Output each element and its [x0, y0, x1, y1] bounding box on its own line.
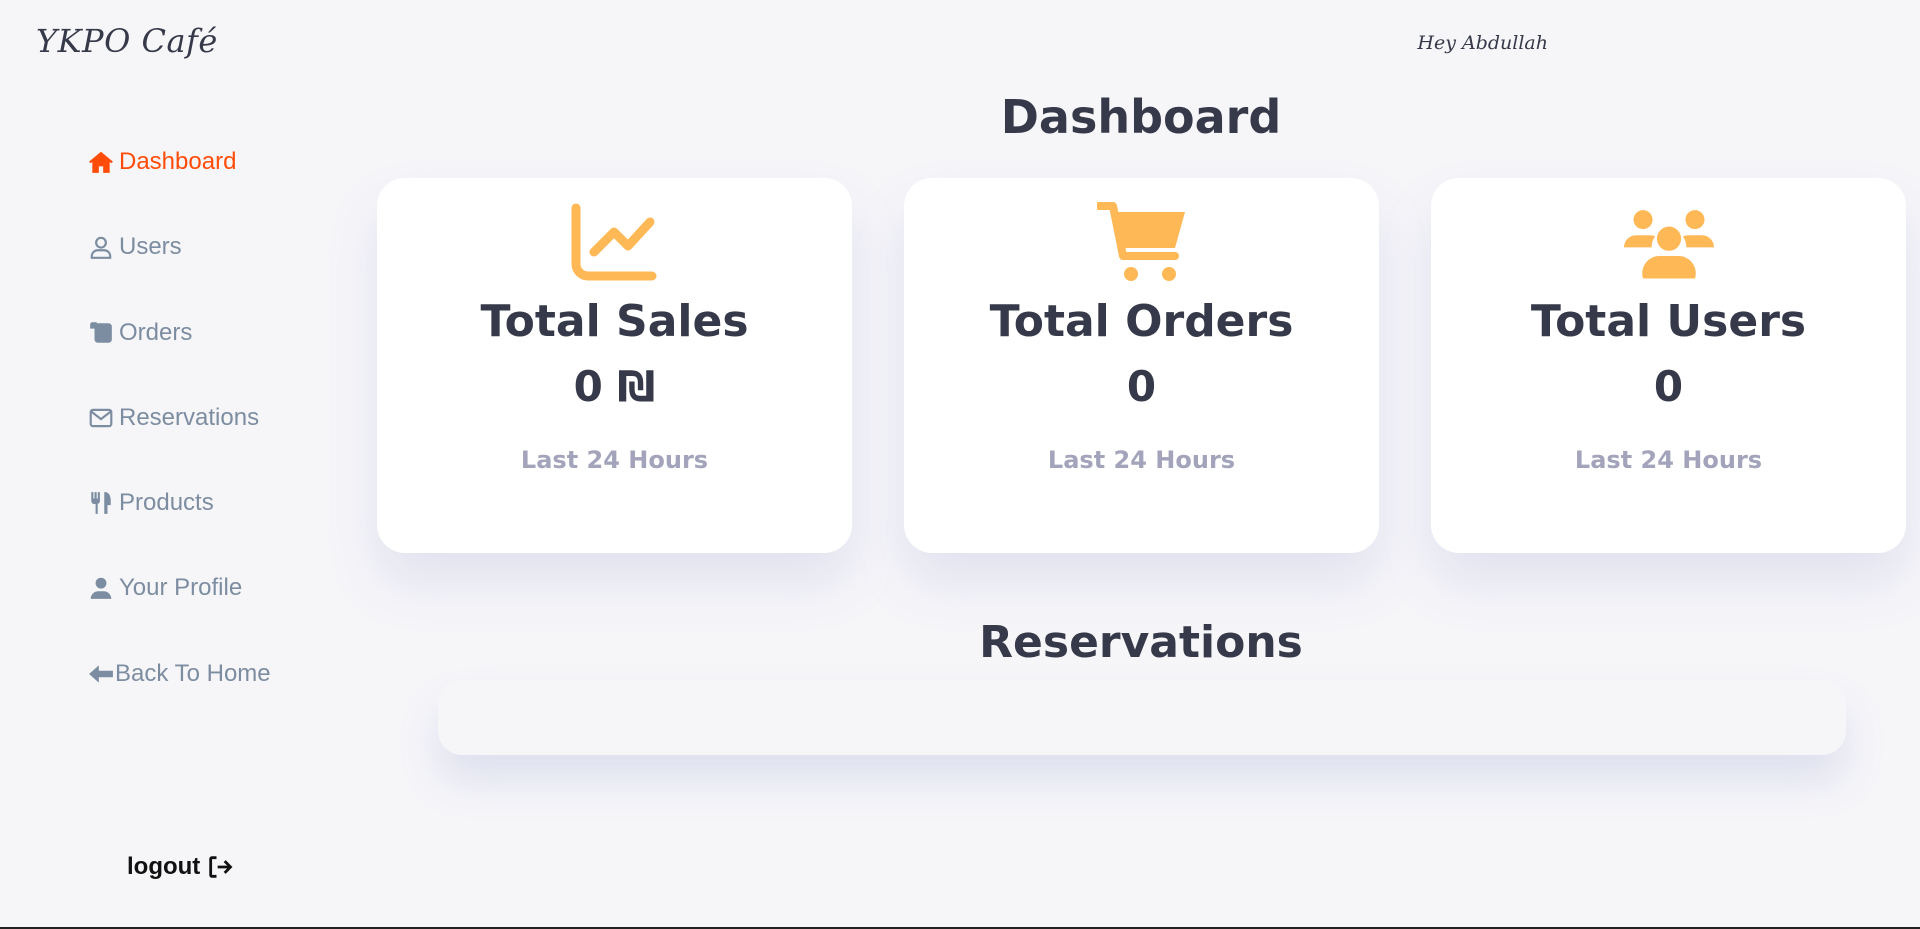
reservations-table: [438, 680, 1846, 755]
sidebar-item-products[interactable]: Products: [87, 489, 214, 517]
user-solid-icon: [87, 574, 115, 602]
sidebar-item-label: Dashboard: [119, 148, 237, 175]
card-subtitle: Last 24 Hours: [1574, 446, 1763, 474]
users-icon: [1431, 202, 1906, 284]
card-subtitle: Last 24 Hours: [1047, 446, 1236, 474]
sign-out-icon: [206, 853, 234, 881]
envelope-icon: [87, 404, 115, 432]
sidebar-item-label: Products: [119, 489, 214, 516]
sidebar-item-dashboard[interactable]: Dashboard: [87, 148, 236, 176]
sidebar-item-reservations[interactable]: Reservations: [87, 404, 259, 432]
card-value: 0 ₪: [573, 362, 656, 411]
total-users-card: Total Users 0 Last 24 Hours: [1431, 178, 1906, 553]
home-icon: [87, 148, 115, 176]
sidebar-item-label: Reservations: [119, 404, 260, 431]
user-outline-icon: [87, 233, 115, 261]
total-orders-card: Total Orders 0 Last 24 Hours: [904, 178, 1379, 553]
logout-label: logout: [127, 853, 201, 880]
card-title: Total Sales: [480, 296, 749, 347]
user-greeting: Hey Abdullah: [1417, 32, 1548, 54]
sidebar-item-orders[interactable]: Orders: [87, 319, 192, 347]
sidebar-item-label: Orders: [119, 319, 193, 346]
card-subtitle: Last 24 Hours: [520, 446, 709, 474]
chart-line-icon: [377, 202, 852, 284]
utensils-icon: [87, 489, 115, 517]
sidebar-item-label: Your Profile: [119, 574, 243, 601]
card-value: 0: [1653, 362, 1684, 411]
sidebar-item-back-to-home[interactable]: Back To Home: [87, 660, 271, 688]
reservations-title: Reservations: [979, 617, 1303, 668]
scroll-icon: [87, 319, 115, 347]
dashboard-page: YKPO Café Hey Abdullah Dashboard Users O…: [0, 0, 1920, 929]
card-title: Total Orders: [989, 296, 1294, 347]
logout-button[interactable]: logout: [127, 853, 234, 881]
arrow-left-icon: [87, 660, 115, 688]
page-title: Dashboard: [1000, 90, 1282, 144]
sidebar-item-users[interactable]: Users: [87, 233, 182, 261]
card-title: Total Users: [1530, 296, 1807, 347]
card-value: 0: [1126, 362, 1157, 411]
sidebar-item-your-profile[interactable]: Your Profile: [87, 574, 242, 602]
sidebar: Dashboard Users Orders Reservations Prod: [0, 0, 362, 929]
sidebar-item-label: Back To Home: [115, 660, 271, 687]
total-sales-card: Total Sales 0 ₪ Last 24 Hours: [377, 178, 852, 553]
cart-icon: [904, 202, 1379, 284]
sidebar-item-label: Users: [119, 233, 182, 260]
